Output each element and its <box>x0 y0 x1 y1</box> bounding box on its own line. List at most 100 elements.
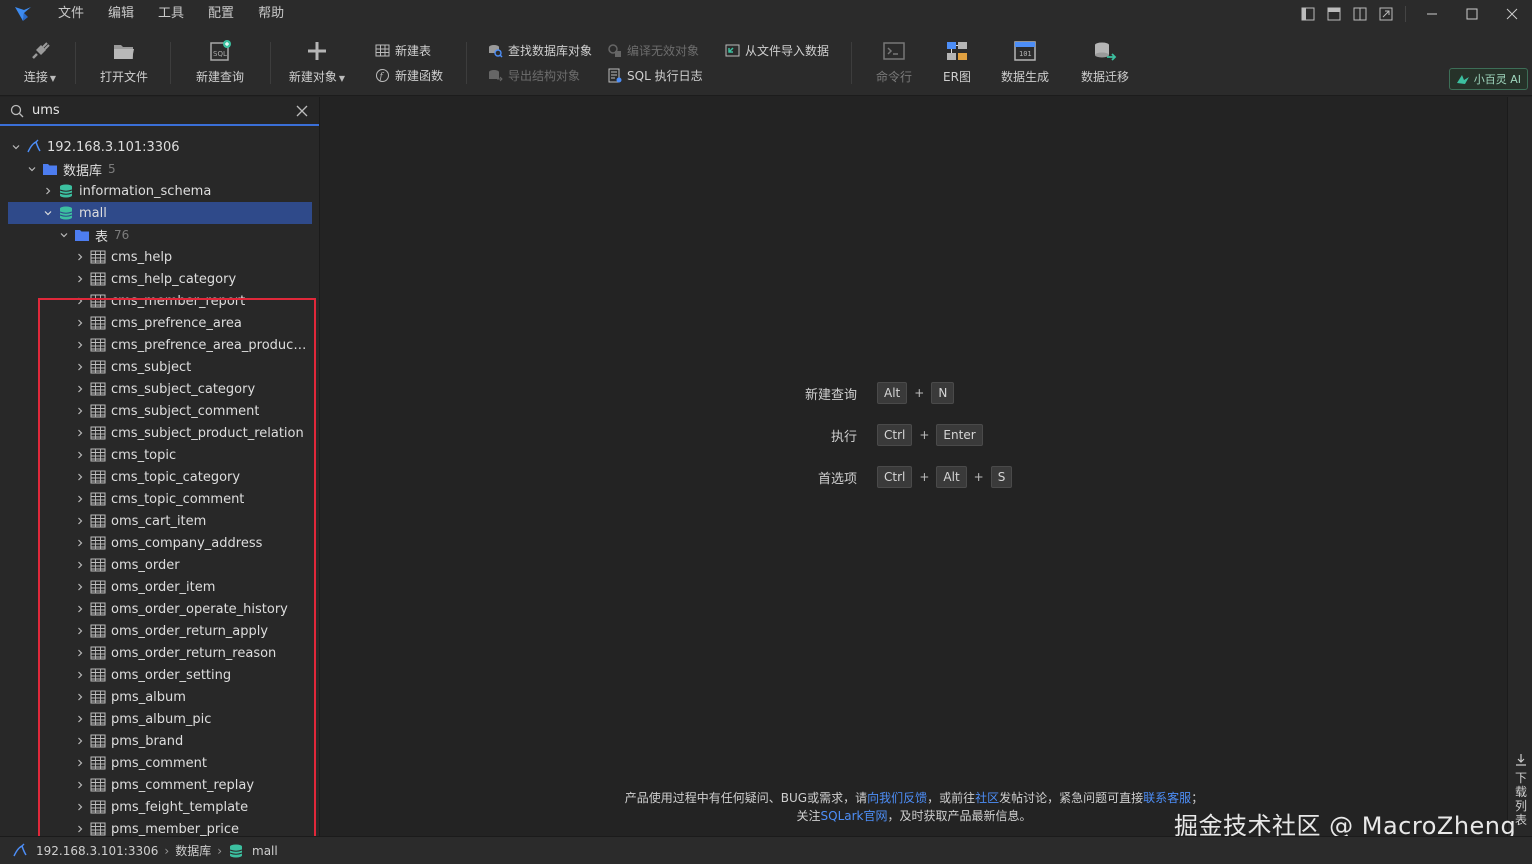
clear-search-icon[interactable] <box>295 104 309 118</box>
compile-invalid-button[interactable]: 编译无效对象 <box>607 41 699 59</box>
chevron-right-icon[interactable] <box>74 317 86 329</box>
chevron-right-icon[interactable] <box>74 493 86 505</box>
chevron-right-icon[interactable] <box>74 449 86 461</box>
connect-button[interactable]: 连接 ▼ <box>18 38 62 90</box>
new-table-button[interactable]: 新建表 <box>375 41 431 59</box>
chevron-right-icon[interactable] <box>74 625 86 637</box>
tree-node-table[interactable]: pms_comment <box>0 752 319 774</box>
status-databases[interactable]: 数据库 <box>175 842 211 859</box>
search-input[interactable] <box>32 103 295 118</box>
tree-node-table[interactable]: oms_order_operate_history <box>0 598 319 620</box>
community-link[interactable]: 社区 <box>975 791 999 805</box>
tree-node-table[interactable]: pms_comment_replay <box>0 774 319 796</box>
chevron-right-icon[interactable] <box>74 361 86 373</box>
sql-log-button[interactable]: SQL 执行日志 <box>607 66 703 84</box>
tree-node-table[interactable]: pms_brand <box>0 730 319 752</box>
chevron-right-icon[interactable] <box>74 735 86 747</box>
tree-node-table[interactable]: cms_subject <box>0 356 319 378</box>
layout-expand-icon[interactable] <box>1373 0 1399 28</box>
status-current-db[interactable]: mall <box>252 844 278 858</box>
er-diagram-button[interactable]: ER图 <box>934 38 980 90</box>
layout-split-icon[interactable] <box>1347 0 1373 28</box>
tree-node-table[interactable]: oms_order_item <box>0 576 319 598</box>
tree-node-table[interactable]: pms_feight_template <box>0 796 319 818</box>
data-migrate-button[interactable]: 数据迁移 <box>1076 38 1134 90</box>
command-line-button[interactable]: 命令行 <box>868 38 920 90</box>
tree-node-connection[interactable]: 192.168.3.101:3306 <box>0 136 319 158</box>
tree-node-table[interactable]: cms_help <box>0 246 319 268</box>
tree-node-db-mall[interactable]: mall <box>8 202 312 224</box>
tree-node-table[interactable]: cms_topic_comment <box>0 488 319 510</box>
chevron-down-icon[interactable] <box>42 207 54 219</box>
tree-node-table[interactable]: cms_prefrence_area <box>0 312 319 334</box>
chevron-down-icon[interactable] <box>10 141 22 153</box>
tree-node-table[interactable]: oms_order_return_reason <box>0 642 319 664</box>
chevron-down-icon[interactable] <box>58 229 70 241</box>
chevron-down-icon[interactable] <box>26 163 38 175</box>
chevron-right-icon[interactable] <box>74 691 86 703</box>
new-function-button[interactable]: f 新建函数 <box>375 66 443 84</box>
tree-node-table[interactable]: cms_help_category <box>0 268 319 290</box>
chevron-right-icon[interactable] <box>74 581 86 593</box>
close-icon[interactable] <box>1492 0 1532 28</box>
official-site-link[interactable]: SQLark官网 <box>821 809 888 823</box>
ai-assistant-button[interactable]: 小百灵 AI <box>1448 68 1528 90</box>
chevron-right-icon[interactable] <box>74 515 86 527</box>
export-structure-button[interactable]: 导出结构对象 <box>488 66 580 84</box>
menu-help[interactable]: 帮助 <box>246 0 296 28</box>
chevron-right-icon[interactable] <box>74 713 86 725</box>
chevron-right-icon[interactable] <box>74 757 86 769</box>
chevron-right-icon[interactable] <box>74 647 86 659</box>
layout-top-panel-icon[interactable] <box>1321 0 1347 28</box>
chevron-right-icon[interactable] <box>74 669 86 681</box>
tree-node-table[interactable]: oms_company_address <box>0 532 319 554</box>
import-from-file-button[interactable]: 从文件导入数据 <box>725 41 829 59</box>
tree-node-table[interactable]: pms_member_price <box>0 818 319 836</box>
tree-node-table[interactable]: cms_subject_product_relation <box>0 422 319 444</box>
chevron-right-icon[interactable] <box>74 339 86 351</box>
maximize-icon[interactable] <box>1452 0 1492 28</box>
menu-file[interactable]: 文件 <box>46 0 96 28</box>
chevron-right-icon[interactable] <box>74 559 86 571</box>
open-file-button[interactable]: 打开文件 <box>94 38 154 90</box>
tree-node-table[interactable]: cms_subject_category <box>0 378 319 400</box>
tree-node-table[interactable]: cms_prefrence_area_product_rela... <box>0 334 319 356</box>
chevron-right-icon[interactable] <box>42 185 54 197</box>
chevron-right-icon[interactable] <box>74 405 86 417</box>
chevron-right-icon[interactable] <box>74 823 86 835</box>
status-connection[interactable]: 192.168.3.101:3306 <box>36 844 158 858</box>
chevron-right-icon[interactable] <box>74 383 86 395</box>
layout-left-panel-icon[interactable] <box>1295 0 1321 28</box>
minimize-icon[interactable] <box>1412 0 1452 28</box>
tree-node-table[interactable]: oms_order <box>0 554 319 576</box>
chevron-right-icon[interactable] <box>74 273 86 285</box>
tree-node-table[interactable]: oms_order_return_apply <box>0 620 319 642</box>
chevron-right-icon[interactable] <box>74 779 86 791</box>
tree-node-table[interactable]: oms_cart_item <box>0 510 319 532</box>
tree-node-tables[interactable]: 表 76 <box>0 224 319 246</box>
tree-node-db-information-schema[interactable]: information_schema <box>0 180 319 202</box>
chevron-right-icon[interactable] <box>74 801 86 813</box>
feedback-link[interactable]: 向我们反馈 <box>867 791 927 805</box>
tree-node-table[interactable]: cms_topic <box>0 444 319 466</box>
tree-node-table[interactable]: cms_subject_comment <box>0 400 319 422</box>
menu-tools[interactable]: 工具 <box>146 0 196 28</box>
chevron-right-icon[interactable] <box>74 295 86 307</box>
new-query-button[interactable]: SQL 新建查询 <box>188 38 252 90</box>
contact-support-link[interactable]: 联系客服 <box>1143 791 1191 805</box>
data-gen-button[interactable]: 101 数据生成 <box>996 38 1054 90</box>
menu-config[interactable]: 配置 <box>196 0 246 28</box>
new-object-button[interactable]: 新建对象 ▼ <box>286 38 348 90</box>
tree-node-table[interactable]: cms_topic_category <box>0 466 319 488</box>
menu-edit[interactable]: 编辑 <box>96 0 146 28</box>
tree-node-table[interactable]: oms_order_setting <box>0 664 319 686</box>
tree-node-databases[interactable]: 数据库 5 <box>0 158 319 180</box>
chevron-right-icon[interactable] <box>74 603 86 615</box>
chevron-right-icon[interactable] <box>74 427 86 439</box>
chevron-right-icon[interactable] <box>74 471 86 483</box>
chevron-right-icon[interactable] <box>74 537 86 549</box>
tree-node-table[interactable]: cms_member_report <box>0 290 319 312</box>
tree-node-table[interactable]: pms_album <box>0 686 319 708</box>
tree-node-table[interactable]: pms_album_pic <box>0 708 319 730</box>
chevron-right-icon[interactable] <box>74 251 86 263</box>
